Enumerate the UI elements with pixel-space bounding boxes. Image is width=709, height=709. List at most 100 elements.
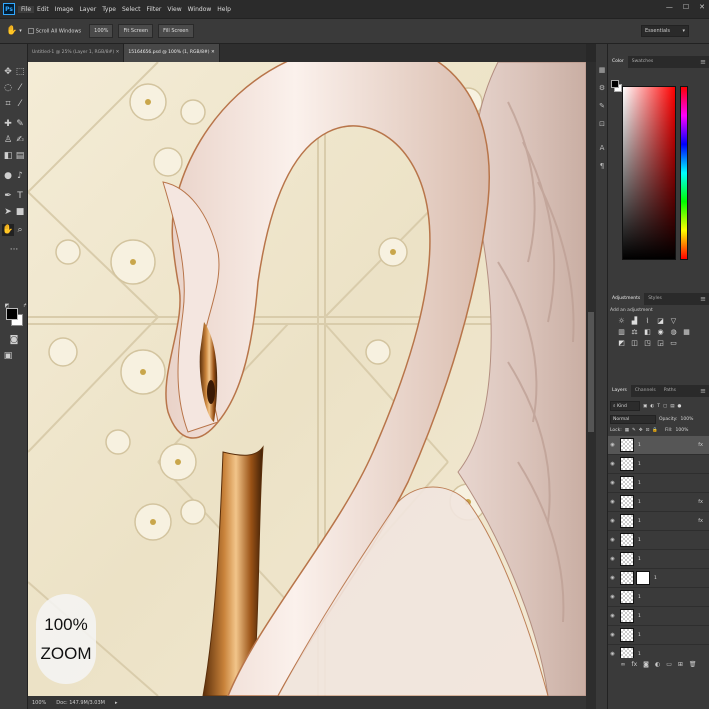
menu-window[interactable]: Window xyxy=(185,6,215,13)
tab-channels[interactable]: Channels xyxy=(631,385,660,397)
new-adjustment-icon[interactable]: ◐ xyxy=(655,661,660,668)
eyedropper-tool-icon[interactable]: ⁄ xyxy=(14,98,26,110)
eye-icon[interactable]: ◉ xyxy=(608,518,617,524)
layer-style-icon[interactable]: fx xyxy=(631,661,637,668)
move-tool-icon[interactable]: ✥ xyxy=(2,66,14,78)
lock-image-icon[interactable]: ✎ xyxy=(632,428,636,433)
layer-row[interactable]: ◉ 1 xyxy=(608,550,709,569)
menu-layer[interactable]: Layer xyxy=(76,6,99,13)
close-icon[interactable]: ✕ xyxy=(211,50,215,55)
layer-row[interactable]: ◉ 1 fx xyxy=(608,512,709,531)
zoom-100-button[interactable]: 100% xyxy=(89,24,114,38)
clone-source-icon[interactable]: ⊡ xyxy=(598,120,606,128)
tab-color[interactable]: Color xyxy=(608,56,628,68)
hand-tool-icon[interactable]: ✋ xyxy=(2,224,14,236)
new-layer-icon[interactable]: ⊞ xyxy=(678,661,683,668)
hue-saturation-icon[interactable]: ▥ xyxy=(616,328,627,337)
brush-tool-icon[interactable]: ✎ xyxy=(14,118,26,130)
foreground-color-swatch[interactable] xyxy=(6,308,18,320)
zoom-tool-icon[interactable]: ⌕ xyxy=(14,224,26,236)
tab-untitled-1[interactable]: Untitled-1 @ 25% (Layer 1, RGB/8#) ✕ xyxy=(28,44,125,62)
posterize-icon[interactable]: ◫ xyxy=(629,339,640,348)
eye-icon[interactable]: ◉ xyxy=(608,594,617,600)
color-lookup-icon[interactable]: ▦ xyxy=(681,328,692,337)
zoom-level[interactable]: 100% xyxy=(32,700,46,706)
canvas-scrollbar[interactable] xyxy=(586,62,596,709)
scroll-all-checkbox[interactable] xyxy=(27,27,34,34)
panel-menu-icon[interactable]: ≡ xyxy=(700,293,706,305)
layer-row[interactable]: ◉ 1 xyxy=(608,607,709,626)
threshold-icon[interactable]: ◳ xyxy=(642,339,653,348)
quick-mask-icon[interactable]: ◙ xyxy=(8,334,20,346)
filter-kind-dropdown[interactable]: ⌕ Kind xyxy=(610,401,640,411)
workspace-switcher[interactable]: Essentials ▾ xyxy=(641,25,689,37)
vibrance-icon[interactable]: ▽ xyxy=(668,317,679,326)
layer-row[interactable]: ◉ 1 xyxy=(608,531,709,550)
gradient-map-icon[interactable]: ▭ xyxy=(668,339,679,348)
filter-adjustment-icon[interactable]: ◐ xyxy=(650,404,654,409)
layer-row[interactable]: ◉ 1 xyxy=(608,645,709,658)
type-tool-icon[interactable]: T xyxy=(14,190,26,202)
filter-type-icon[interactable]: T xyxy=(657,404,660,409)
eye-icon[interactable]: ◉ xyxy=(608,442,617,448)
lasso-tool-icon[interactable]: ◌ xyxy=(2,82,14,94)
layer-row[interactable]: ◉ 1 fx xyxy=(608,436,709,455)
fit-screen-button[interactable]: Fit Screen xyxy=(118,24,154,38)
lock-artboard-icon[interactable]: ⊡ xyxy=(646,428,650,433)
lock-all-icon[interactable]: 🔒 xyxy=(652,428,658,433)
document-canvas[interactable]: 100% ZOOM xyxy=(28,62,586,696)
screen-mode-icon[interactable]: ▣ xyxy=(2,350,14,362)
menu-view[interactable]: View xyxy=(164,6,184,13)
fg-swatch-mini[interactable] xyxy=(611,80,619,88)
eye-icon[interactable]: ◉ xyxy=(608,613,617,619)
history-panel-icon[interactable]: ▦ xyxy=(598,66,606,74)
path-selection-tool-icon[interactable]: ➤ xyxy=(2,206,14,218)
minimize-button[interactable]: — xyxy=(666,3,673,11)
tab-paths[interactable]: Paths xyxy=(660,385,680,397)
tab-adjustments[interactable]: Adjustments xyxy=(608,293,645,305)
black-white-icon[interactable]: ◧ xyxy=(642,328,653,337)
crop-tool-icon[interactable]: ⌗ xyxy=(2,98,14,110)
eye-icon[interactable]: ◉ xyxy=(608,480,617,486)
layer-mask-thumbnail[interactable] xyxy=(636,571,650,585)
eye-icon[interactable]: ◉ xyxy=(608,461,617,467)
rectangle-tool-icon[interactable]: ■ xyxy=(14,206,26,218)
blur-tool-icon[interactable]: ● xyxy=(2,170,14,182)
clone-stamp-tool-icon[interactable]: ♙ xyxy=(2,134,14,146)
layer-row[interactable]: ◉ 1 xyxy=(608,455,709,474)
hue-slider[interactable] xyxy=(680,86,688,260)
tab-active-document[interactable]: 15164656.psd @ 100% (1, RGB/8#) ✕ xyxy=(124,44,220,62)
layer-row[interactable]: ◉ 1 xyxy=(608,569,709,588)
menu-edit[interactable]: Edit xyxy=(34,6,52,13)
lock-position-icon[interactable]: ✥ xyxy=(639,428,643,433)
marquee-tool-icon[interactable]: ⬚ xyxy=(14,66,26,78)
eye-icon[interactable]: ◉ xyxy=(608,556,617,562)
gradient-tool-icon[interactable]: ▤ xyxy=(14,150,26,162)
curves-icon[interactable]: ⌇ xyxy=(642,317,653,326)
menu-type[interactable]: Type xyxy=(99,6,119,13)
filter-shape-icon[interactable]: ▢ xyxy=(663,404,667,409)
maximize-button[interactable]: ☐ xyxy=(683,3,689,11)
opacity-field[interactable]: 100% xyxy=(681,417,694,422)
fill-screen-button[interactable]: Fill Screen xyxy=(158,24,194,38)
properties-panel-icon[interactable]: ⚙ xyxy=(598,84,606,92)
healing-brush-tool-icon[interactable]: ✚ xyxy=(2,118,14,130)
selective-color-icon[interactable]: ◲ xyxy=(655,339,666,348)
menu-filter[interactable]: Filter xyxy=(144,6,165,13)
layer-row[interactable]: ◉ 1 fx xyxy=(608,493,709,512)
eye-icon[interactable]: ◉ xyxy=(608,632,617,638)
link-layers-icon[interactable]: ∞ xyxy=(620,661,625,668)
brush-panel-icon[interactable]: ✎ xyxy=(598,102,606,110)
tab-layers[interactable]: Layers xyxy=(608,385,631,397)
eraser-tool-icon[interactable]: ◧ xyxy=(2,150,14,162)
history-brush-tool-icon[interactable]: ✍ xyxy=(14,134,26,146)
fx-badge[interactable]: fx xyxy=(698,442,703,448)
dodge-tool-icon[interactable]: ♪ xyxy=(14,170,26,182)
blend-mode-dropdown[interactable]: Normal xyxy=(610,415,656,424)
close-icon[interactable]: ✕ xyxy=(116,50,120,55)
edit-toolbar-icon[interactable]: ··· xyxy=(8,244,20,256)
layer-row[interactable]: ◉ 1 xyxy=(608,588,709,607)
color-field[interactable] xyxy=(622,86,676,260)
panel-menu-icon[interactable]: ≡ xyxy=(700,56,706,68)
hand-tool-icon[interactable]: ✋ xyxy=(6,26,17,36)
